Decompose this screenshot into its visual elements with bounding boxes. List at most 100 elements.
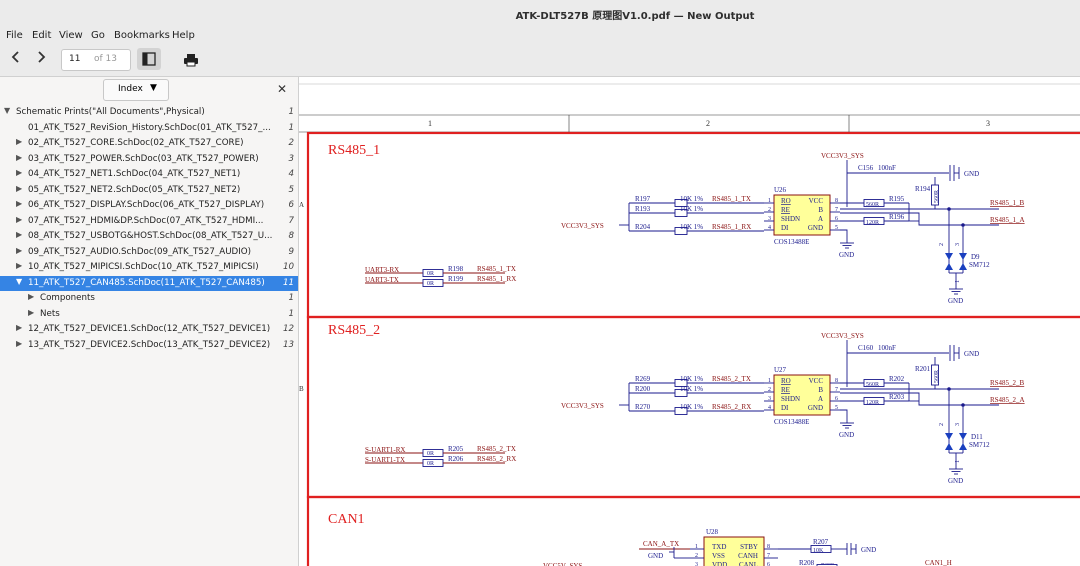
expand-closed-icon[interactable]: ▶	[28, 292, 34, 301]
sidebar-mode-dropdown[interactable]: Index ▼	[103, 79, 169, 101]
close-sidebar-button[interactable]: ✕	[277, 82, 287, 96]
tree-item[interactable]: ▶ 02_ATK_T527_CORE.SchDoc(02_ATK_T527_COR…	[0, 136, 298, 152]
tree-item-label: 02_ATK_T527_CORE.SchDoc(02_ATK_T527_CORE…	[28, 138, 244, 148]
expand-open-icon[interactable]: ▼	[4, 106, 10, 115]
expand-open-icon[interactable]: ▼	[16, 277, 22, 286]
tree-item-label: 04_ATK_T527_NET1.SchDoc(04_ATK_T527_NET1…	[28, 169, 241, 179]
tree-item-label: Nets	[40, 308, 60, 319]
tvs-diode	[945, 443, 953, 450]
chip-ref: U28	[706, 528, 719, 536]
close-icon: ✕	[277, 82, 288, 96]
pin-number: 3	[955, 243, 961, 246]
chip-pin-label: RO	[781, 197, 791, 205]
net-label: RS485_1_TX	[712, 195, 751, 203]
expand-closed-icon[interactable]: ▶	[16, 137, 22, 146]
menu-help[interactable]: Help	[172, 30, 195, 41]
chip-pin-label: CANH	[738, 552, 758, 560]
tvs-diode	[959, 433, 967, 440]
expand-closed-icon[interactable]: ▶	[16, 199, 22, 208]
menu-edit[interactable]: Edit	[32, 30, 51, 41]
row-label: B	[299, 385, 304, 393]
row-label: A	[299, 201, 304, 209]
expand-closed-icon[interactable]: ▶	[16, 184, 22, 193]
expand-closed-icon[interactable]: ▶	[16, 230, 22, 239]
tree-item[interactable]: ▶ 04_ATK_T527_NET1.SchDoc(04_ATK_T527_NET…	[0, 167, 298, 183]
resistor-value: 560R	[866, 202, 879, 208]
tree-item[interactable]: ▼ 11_ATK_T527_CAN485.SchDoc(11_ATK_T527_C…	[0, 275, 298, 291]
capacitor-ref: C160	[858, 344, 874, 352]
sidebar-icon	[142, 52, 156, 66]
tree-item[interactable]: ▶ 05_ATK_T527_NET2.SchDoc(05_ATK_T527_NET…	[0, 183, 298, 199]
tree-item[interactable]: ▶ 06_ATK_T527_DISPLAY.SchDoc(06_ATK_T527_…	[0, 198, 298, 214]
resistor-value: 120R	[866, 220, 879, 226]
chip-pin-label: GND	[808, 224, 823, 232]
tree-item-label: 03_ATK_T527_POWER.SchDoc(03_ATK_T527_POW…	[28, 153, 259, 164]
resistor-ref: R202	[889, 375, 905, 383]
chip-pin-label: RE	[781, 206, 790, 214]
chip-ref: U26	[774, 186, 787, 194]
menu-go[interactable]: Go	[91, 30, 105, 41]
expand-closed-icon[interactable]: ▶	[16, 153, 22, 162]
next-page-button[interactable]	[30, 50, 52, 70]
tree-item-page: 8	[288, 231, 294, 241]
chip-pin-label: VDD	[712, 561, 727, 566]
tree-item[interactable]: ▶ 10_ATK_T527_MIPICSI.SchDoc(10_ATK_T527_…	[0, 260, 298, 276]
capacitor-value: 100nF	[878, 344, 896, 352]
tree-item-label: 06_ATK_T527_DISPLAY.SchDoc(06_ATK_T527_D…	[28, 200, 265, 210]
expand-closed-icon[interactable]: ▶	[28, 308, 34, 317]
output-net-label: RS485_2_B	[990, 379, 1025, 387]
tree-item[interactable]: ▶ 12_ATK_T527_DEVICE1.SchDoc(12_ATK_T527_…	[0, 322, 298, 338]
print-button[interactable]	[183, 52, 199, 67]
tree-item[interactable]: ▶ 03_ATK_T527_POWER.SchDoc(03_ATK_T527_PO…	[0, 152, 298, 168]
net-label: RS485_2_TX	[712, 375, 751, 383]
tree-item[interactable]: ▶ 09_ATK_T527_AUDIO.SchDoc(09_ATK_T527_AU…	[0, 245, 298, 261]
tree-item-label: 09_ATK_T527_AUDIO.SchDoc(09_ATK_T527_AUD…	[28, 246, 252, 257]
expand-closed-icon[interactable]: ▶	[16, 323, 22, 332]
expand-closed-icon[interactable]: ▶	[16, 339, 22, 348]
previous-page-button[interactable]	[5, 50, 27, 70]
tree-item-page: 3	[288, 153, 294, 164]
input-net-label: VCC3V3_SYS	[561, 222, 604, 230]
resistor-ref: R200	[635, 385, 651, 393]
chip-pin-label: DI	[781, 404, 789, 412]
menu-file[interactable]: File	[6, 30, 23, 41]
tvs-diode	[959, 263, 967, 270]
page-number-input[interactable]: 11 of 13	[61, 49, 131, 71]
section-title: RS485_1	[328, 143, 380, 158]
pin-number: 2	[939, 423, 945, 426]
resistor-value: 0R	[427, 461, 434, 467]
menu-bookmarks[interactable]: Bookmarks	[114, 30, 170, 41]
tree-item[interactable]: ▶ 08_ATK_T527_USBOTG&HOST.SchDoc(08_ATK_T…	[0, 229, 298, 245]
expand-closed-icon[interactable]: ▶	[16, 261, 22, 270]
expand-closed-icon[interactable]: ▶	[16, 168, 22, 177]
document-view[interactable]: 1 2 3 A B RS485_1 VCC3V3_SYS C156 100nF GND U…	[299, 77, 1080, 566]
tree-item[interactable]: ▶ 13_ATK_T527_DEVICE2.SchDoc(13_ATK_T527_…	[0, 338, 298, 354]
toolbar: 11 of 13	[0, 44, 1080, 77]
menu-view[interactable]: View	[59, 30, 83, 41]
tree-item[interactable]: ▶ 07_ATK_T527_HDMI&DP.SchDoc(07_ATK_T527_…	[0, 214, 298, 230]
resistor-value: 0R	[427, 451, 434, 457]
expand-closed-icon[interactable]: ▶	[16, 215, 22, 224]
expand-closed-icon[interactable]: ▶	[16, 246, 22, 255]
index-tree: ▼ Schematic Prints("All Documents",Physic…	[0, 105, 298, 353]
tree-item-page: 9	[288, 246, 294, 257]
tree-item-page: 4	[288, 169, 294, 179]
tree-item[interactable]: 01_ATK_T527_ReviSion_History.SchDoc(01_A…	[0, 121, 298, 137]
output-net-label: CAN1_H	[925, 559, 952, 566]
toggle-sidebar-button[interactable]	[137, 48, 161, 70]
resistor-ref: R196	[889, 213, 905, 221]
tree-item[interactable]: ▶ Nets 1	[0, 307, 298, 323]
dropdown-arrow-icon: ▼	[150, 83, 157, 93]
tree-item[interactable]: ▼ Schematic Prints("All Documents",Physic…	[0, 105, 298, 121]
tvs-diode	[945, 253, 953, 260]
gnd-label: GND	[964, 350, 979, 358]
chevron-right-icon	[38, 51, 46, 63]
sidebar-mode-label: Index	[118, 84, 143, 94]
tree-item-page: 12	[282, 324, 294, 334]
current-page[interactable]: 11	[69, 54, 80, 64]
gnd-label: GND	[964, 170, 979, 178]
tree-item[interactable]: ▶ Components 1	[0, 291, 298, 307]
pin-number: 3	[955, 423, 961, 426]
diode-ref: D9	[971, 253, 980, 261]
tree-item-page: 7	[288, 215, 294, 226]
